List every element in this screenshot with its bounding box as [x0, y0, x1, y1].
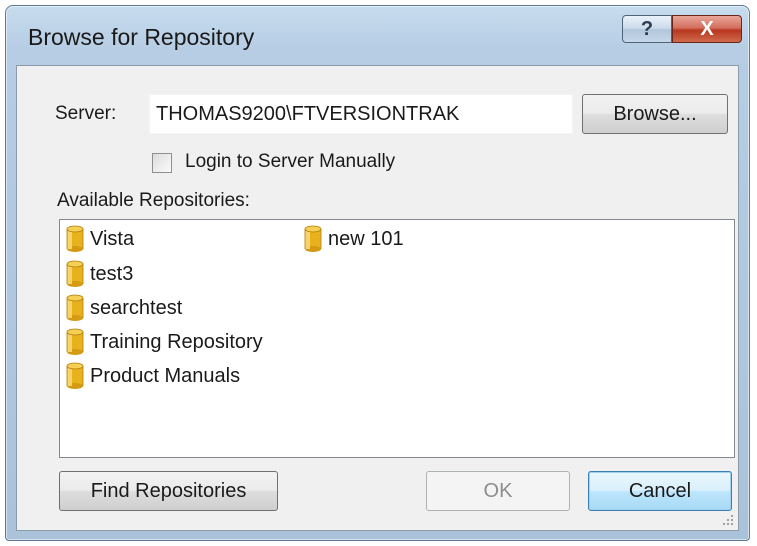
repository-label: Training Repository: [90, 330, 263, 353]
server-label: Server:: [55, 103, 117, 124]
browse-for-repository-dialog: Browse for Repository ? X Server: THOMAS…: [5, 5, 750, 541]
database-icon: [66, 260, 84, 287]
list-item[interactable]: Training Repository: [66, 327, 263, 357]
list-item[interactable]: searchtest: [66, 293, 182, 323]
login-manually-checkbox[interactable]: [152, 153, 172, 173]
resize-grip-icon[interactable]: [720, 512, 734, 526]
database-icon: [66, 294, 84, 321]
login-manually-label[interactable]: Login to Server Manually: [185, 151, 395, 173]
list-item[interactable]: Vista: [66, 224, 134, 254]
browse-button[interactable]: Browse...: [582, 94, 728, 134]
list-item[interactable]: new 101: [304, 224, 404, 254]
help-button[interactable]: ?: [622, 15, 672, 43]
help-icon: ?: [640, 18, 654, 40]
ok-button[interactable]: OK: [426, 471, 570, 511]
database-icon: [66, 362, 84, 389]
available-repositories-label: Available Repositories:: [57, 190, 250, 211]
dialog-body: Server: THOMAS9200\FTVERSIONTRAK Browse.…: [16, 65, 739, 531]
server-input[interactable]: THOMAS9200\FTVERSIONTRAK: [149, 94, 573, 134]
database-icon: [66, 225, 84, 252]
list-item[interactable]: test3: [66, 259, 133, 289]
database-icon: [304, 225, 322, 252]
title-bar[interactable]: Browse for Repository ? X: [6, 6, 749, 66]
repository-label: searchtest: [90, 296, 183, 319]
repository-label: test3: [90, 262, 134, 285]
repository-label: Product Manuals: [90, 364, 241, 387]
repository-label: new 101: [328, 227, 404, 250]
close-icon: X: [700, 18, 714, 40]
repository-label: Vista: [90, 227, 135, 250]
find-repositories-button[interactable]: Find Repositories: [59, 471, 278, 511]
window-title: Browse for Repository: [28, 24, 255, 50]
repository-list[interactable]: Vista test3 searchtest Training Reposito…: [59, 219, 735, 458]
database-icon: [66, 328, 84, 355]
cancel-button[interactable]: Cancel: [588, 471, 732, 511]
list-item[interactable]: Product Manuals: [66, 361, 240, 391]
close-button[interactable]: X: [672, 15, 742, 43]
